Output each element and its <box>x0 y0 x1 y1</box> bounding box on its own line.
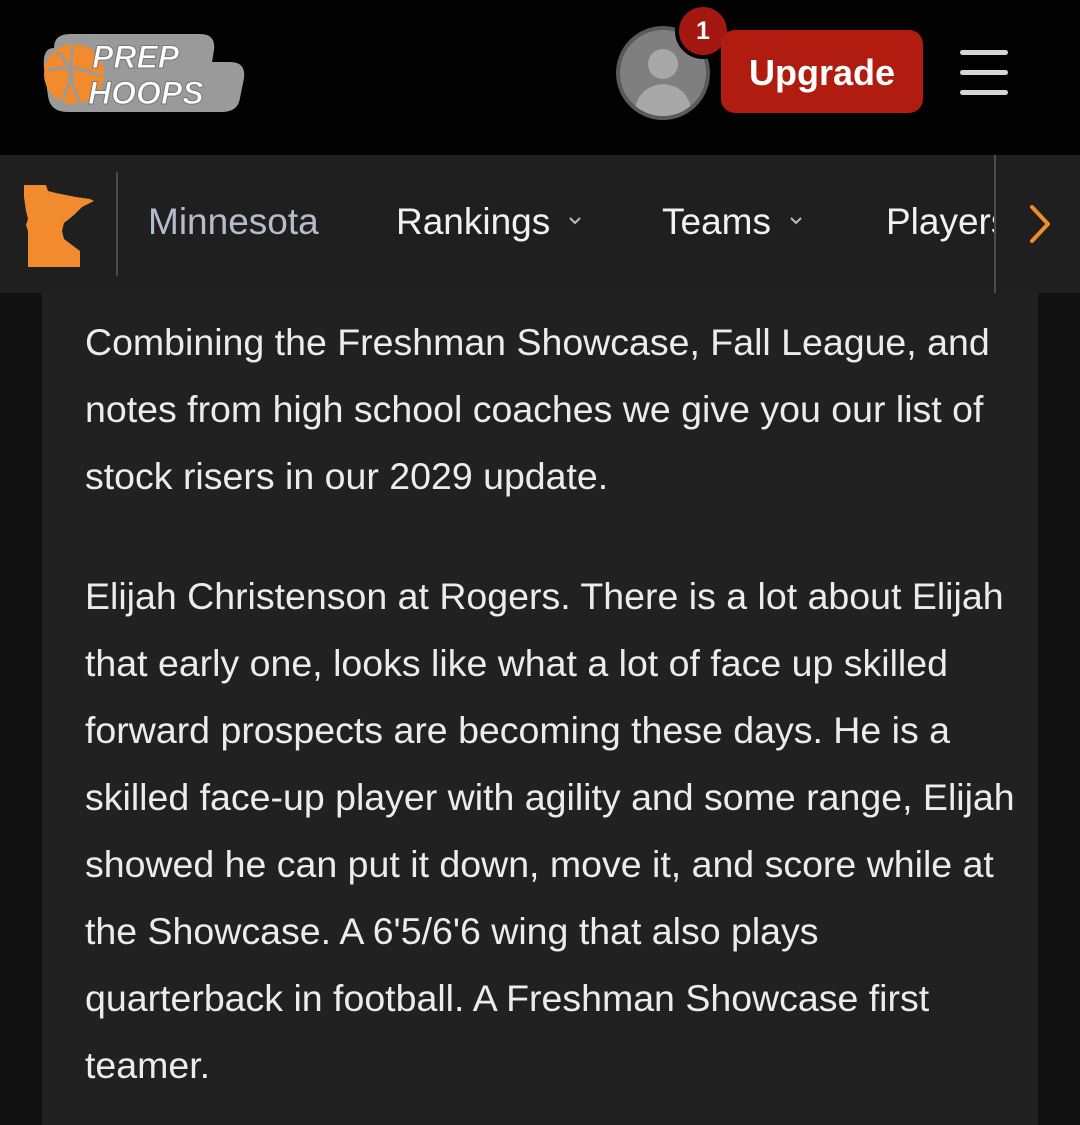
nav-item-players[interactable]: Players <box>886 197 994 247</box>
logo-text-hoops: HOOPS <box>88 75 204 111</box>
article-paragraph: Elijah Christenson at Rogers. There is a… <box>85 575 1015 1086</box>
logo-graphic: PREP HOOPS <box>43 34 245 112</box>
menu-bar-bottom <box>960 90 1008 95</box>
nav-item-label: Players <box>886 201 994 242</box>
chevron-right-icon[interactable] <box>1020 199 1060 249</box>
minnesota-state-icon[interactable] <box>20 183 96 267</box>
nav-item-label: Teams <box>662 201 771 242</box>
nav-item-minnesota[interactable]: Minnesota <box>148 197 319 247</box>
section-nav: Minnesota Rankings Teams Players <box>0 155 1080 293</box>
menu-bar-top <box>960 50 1008 55</box>
nav-item-teams[interactable]: Teams <box>662 197 803 247</box>
hamburger-menu-icon[interactable] <box>960 50 1010 96</box>
article-paragraph: Combining the Freshman Showcase, Fall Le… <box>85 321 990 497</box>
nav-item-rankings[interactable]: Rankings <box>396 197 582 247</box>
top-header: PREP HOOPS 1 Upgrade <box>0 0 1080 155</box>
menu-bar-middle <box>960 70 1008 75</box>
upgrade-button[interactable]: Upgrade <box>721 30 923 113</box>
nav-divider-right <box>994 155 996 293</box>
chevron-down-icon <box>790 217 802 225</box>
nav-scroll-area: Minnesota Rankings Teams Players <box>118 155 994 293</box>
prep-hoops-logo[interactable]: PREP HOOPS <box>40 28 250 118</box>
chevron-down-icon <box>569 217 581 225</box>
nav-item-label: Rankings <box>396 201 551 242</box>
logo-text-prep: PREP <box>92 39 180 75</box>
